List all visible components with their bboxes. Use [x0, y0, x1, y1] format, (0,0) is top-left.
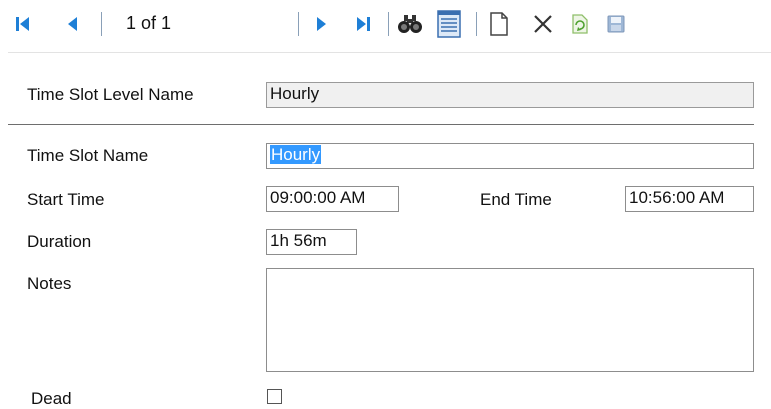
- list-view-button[interactable]: [434, 8, 464, 40]
- end-time-input[interactable]: 10:56:00 AM: [625, 186, 754, 212]
- section-divider: [8, 124, 754, 125]
- save-disk-icon: [607, 15, 625, 33]
- start-time-label: Start Time: [27, 190, 105, 209]
- last-record-icon: [357, 17, 370, 31]
- next-record-icon: [317, 17, 326, 31]
- list-icon: [437, 10, 461, 38]
- binoculars-icon: [398, 15, 422, 33]
- toolbar-separator: [388, 12, 389, 36]
- delete-record-button[interactable]: [529, 8, 557, 40]
- next-record-button[interactable]: [310, 8, 334, 40]
- slot-name-value: Hourly: [270, 145, 322, 164]
- first-record-icon: [16, 17, 29, 31]
- dead-checkbox[interactable]: [267, 389, 282, 404]
- slot-name-input[interactable]: Hourly: [266, 143, 754, 169]
- new-document-icon: [490, 12, 508, 36]
- new-record-button[interactable]: [484, 8, 514, 40]
- toolbar-separator: [476, 12, 477, 36]
- previous-record-button[interactable]: [60, 8, 84, 40]
- notes-label: Notes: [27, 274, 72, 293]
- dead-label: Dead: [31, 389, 72, 408]
- level-name-label: Time Slot Level Name: [27, 85, 194, 104]
- find-button[interactable]: [395, 8, 425, 40]
- delete-x-icon: [534, 15, 552, 33]
- previous-record-icon: [68, 17, 77, 31]
- record-toolbar: 1 of 1: [0, 0, 771, 52]
- save-button[interactable]: [602, 8, 630, 40]
- last-record-button[interactable]: [352, 8, 376, 40]
- end-time-label: End Time: [480, 190, 552, 209]
- toolbar-separator: [101, 12, 102, 36]
- toolbar-divider: [8, 52, 771, 53]
- toolbar-separator: [298, 12, 299, 36]
- duration-label: Duration: [27, 232, 92, 251]
- refresh-icon: [572, 14, 588, 34]
- notes-textarea[interactable]: [266, 268, 754, 372]
- duration-input[interactable]: 1h 56m: [266, 229, 357, 255]
- start-time-input[interactable]: 09:00:00 AM: [266, 186, 399, 212]
- record-counter: 1 of 1: [126, 13, 172, 33]
- refresh-button[interactable]: [566, 8, 594, 40]
- level-name-field: Hourly: [266, 82, 754, 108]
- slot-name-label: Time Slot Name: [27, 146, 149, 165]
- first-record-button[interactable]: [10, 8, 34, 40]
